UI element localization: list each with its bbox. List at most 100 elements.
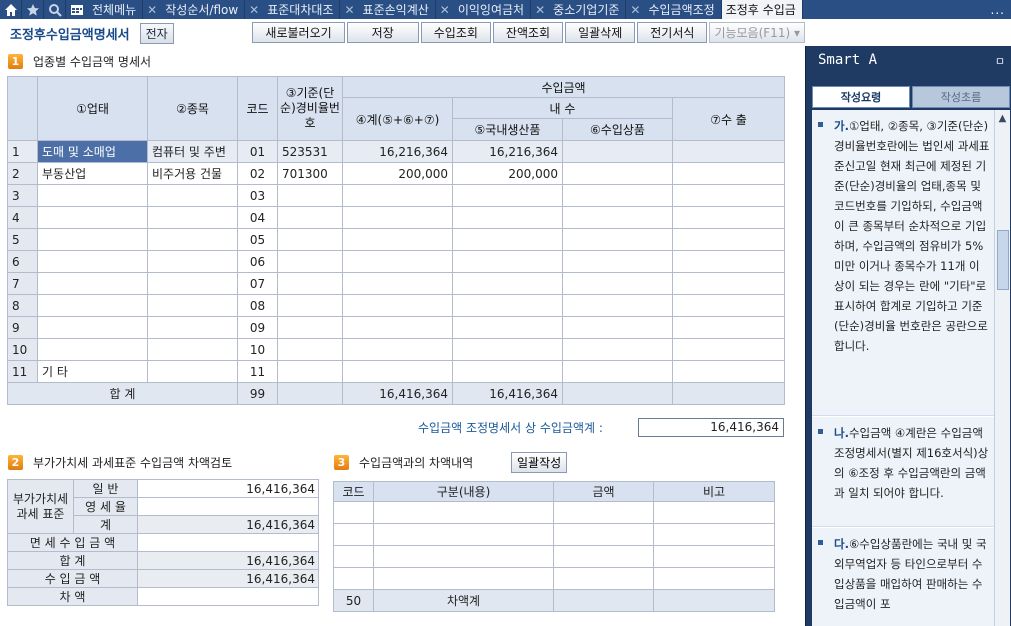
export-cell[interactable] xyxy=(671,162,786,185)
close-icon[interactable]: ✕ xyxy=(249,3,259,17)
close-icon[interactable]: ✕ xyxy=(147,3,157,17)
domestic-cell[interactable] xyxy=(452,360,563,383)
total-cell[interactable]: 16,216,364 xyxy=(342,140,453,163)
table-row[interactable]: 5 05 xyxy=(7,228,786,251)
type-cell[interactable] xyxy=(37,228,148,251)
total-cell[interactable] xyxy=(342,184,453,207)
table-row[interactable]: 2 부동산업 비주거용 건물 02 701300 200,000 200,000 xyxy=(7,162,786,185)
code-cell[interactable]: 04 xyxy=(237,206,278,229)
e-form-button[interactable]: 전기서식 xyxy=(637,22,708,43)
item-cell[interactable] xyxy=(147,228,238,251)
export-cell[interactable] xyxy=(671,250,786,273)
table-row[interactable]: 7 07 xyxy=(7,272,786,295)
close-icon[interactable]: ✕ xyxy=(535,3,545,17)
more-tabs-button[interactable]: ... xyxy=(803,0,1011,19)
export-cell[interactable] xyxy=(671,184,786,207)
table-row[interactable] xyxy=(333,523,775,546)
rate-code-cell[interactable] xyxy=(277,294,343,317)
total-cell[interactable] xyxy=(342,228,453,251)
domestic-cell[interactable] xyxy=(452,316,563,339)
code-cell[interactable]: 07 xyxy=(237,272,278,295)
rate-code-cell[interactable] xyxy=(277,338,343,361)
import-lookup-button[interactable]: 수입조회 xyxy=(420,22,491,43)
import-cell[interactable] xyxy=(562,184,673,207)
type-cell[interactable]: 도매 및 소매업 xyxy=(37,140,148,163)
total-cell[interactable] xyxy=(342,206,453,229)
table-row[interactable]: 1 도매 및 소매업 컴퓨터 및 주변 01 523531 16,216,364 16,21… xyxy=(7,140,786,163)
item-cell[interactable]: 비주거용 건물 xyxy=(147,162,238,185)
menu-grid-icon[interactable] xyxy=(66,0,88,19)
export-cell[interactable] xyxy=(671,338,786,361)
tab-adjusted-income[interactable]: ✕조정후 수입금 xyxy=(721,0,803,19)
tab-balance-sheet[interactable]: ✕ 표준대차대조 xyxy=(245,0,341,19)
total-cell[interactable] xyxy=(342,294,453,317)
type-cell[interactable]: 기 타 xyxy=(37,360,148,383)
home-icon[interactable] xyxy=(0,0,22,19)
export-cell[interactable] xyxy=(671,272,786,295)
scroll-thumb[interactable] xyxy=(997,230,1009,290)
export-cell[interactable] xyxy=(671,294,786,317)
import-cell[interactable] xyxy=(562,360,673,383)
domestic-cell[interactable] xyxy=(452,338,563,361)
batch-write-button[interactable]: 일괄작성 xyxy=(511,452,568,473)
import-cell[interactable] xyxy=(562,316,673,339)
domestic-cell[interactable] xyxy=(452,294,563,317)
type-cell[interactable] xyxy=(37,206,148,229)
item-cell[interactable] xyxy=(147,294,238,317)
item-cell[interactable] xyxy=(147,316,238,339)
tab-retained-earnings[interactable]: ✕ 이익잉여금처 xyxy=(436,0,532,19)
domestic-cell[interactable]: 16,216,364 xyxy=(452,140,563,163)
type-cell[interactable]: 부동산업 xyxy=(37,162,148,185)
type-cell[interactable] xyxy=(37,184,148,207)
total-cell[interactable] xyxy=(342,360,453,383)
domestic-cell[interactable] xyxy=(452,184,563,207)
electronic-badge[interactable]: 전자 xyxy=(139,22,174,44)
close-icon[interactable]: ✕ xyxy=(344,3,354,17)
total-cell[interactable]: 200,000 xyxy=(342,162,453,185)
type-cell[interactable] xyxy=(37,294,148,317)
code-cell[interactable]: 02 xyxy=(237,162,278,185)
import-cell[interactable] xyxy=(562,338,673,361)
domestic-cell[interactable] xyxy=(452,228,563,251)
export-cell[interactable] xyxy=(671,206,786,229)
code-cell[interactable]: 09 xyxy=(237,316,278,339)
tab-sme-criteria[interactable]: ✕ 중소기업기준 xyxy=(531,0,627,19)
item-cell[interactable] xyxy=(147,360,238,383)
export-cell[interactable] xyxy=(671,360,786,383)
tab-flow[interactable]: ✕ 작성순서/flow xyxy=(143,0,246,19)
tab-income-adjustment[interactable]: ✕ 수입금액조정 xyxy=(626,0,722,19)
import-cell[interactable] xyxy=(562,294,673,317)
export-cell[interactable] xyxy=(671,228,786,251)
code-cell[interactable]: 03 xyxy=(237,184,278,207)
reload-button[interactable]: 새로불러오기 xyxy=(252,22,345,43)
import-cell[interactable] xyxy=(562,250,673,273)
export-cell[interactable] xyxy=(671,140,786,163)
total-cell[interactable] xyxy=(342,250,453,273)
save-button[interactable]: 저장 xyxy=(346,22,419,43)
zero-rate-value[interactable] xyxy=(137,497,319,516)
import-cell[interactable] xyxy=(562,140,673,163)
item-cell[interactable] xyxy=(147,338,238,361)
rate-code-cell[interactable]: 701300 xyxy=(277,162,343,185)
domestic-cell[interactable] xyxy=(452,206,563,229)
rate-code-cell[interactable] xyxy=(277,272,343,295)
item-cell[interactable]: 컴퓨터 및 주변 xyxy=(147,140,238,163)
close-icon[interactable]: ✕ xyxy=(440,3,450,17)
delete-all-button[interactable]: 일괄삭제 xyxy=(565,22,636,43)
rate-code-cell[interactable] xyxy=(277,206,343,229)
rate-code-cell[interactable] xyxy=(277,360,343,383)
search-icon[interactable] xyxy=(44,0,66,19)
type-cell[interactable] xyxy=(37,272,148,295)
rate-code-cell[interactable] xyxy=(277,184,343,207)
table-row[interactable]: 8 08 xyxy=(7,294,786,317)
code-cell[interactable]: 08 xyxy=(237,294,278,317)
item-cell[interactable] xyxy=(147,272,238,295)
code-cell[interactable]: 10 xyxy=(237,338,278,361)
total-cell[interactable] xyxy=(342,272,453,295)
rate-code-cell[interactable] xyxy=(277,250,343,273)
domestic-cell[interactable]: 200,000 xyxy=(452,162,563,185)
pin-icon[interactable]: ㅁ xyxy=(995,53,1005,69)
tab-all-menu[interactable]: 전체메뉴 xyxy=(88,0,144,19)
code-cell[interactable]: 05 xyxy=(237,228,278,251)
import-cell[interactable] xyxy=(562,272,673,295)
